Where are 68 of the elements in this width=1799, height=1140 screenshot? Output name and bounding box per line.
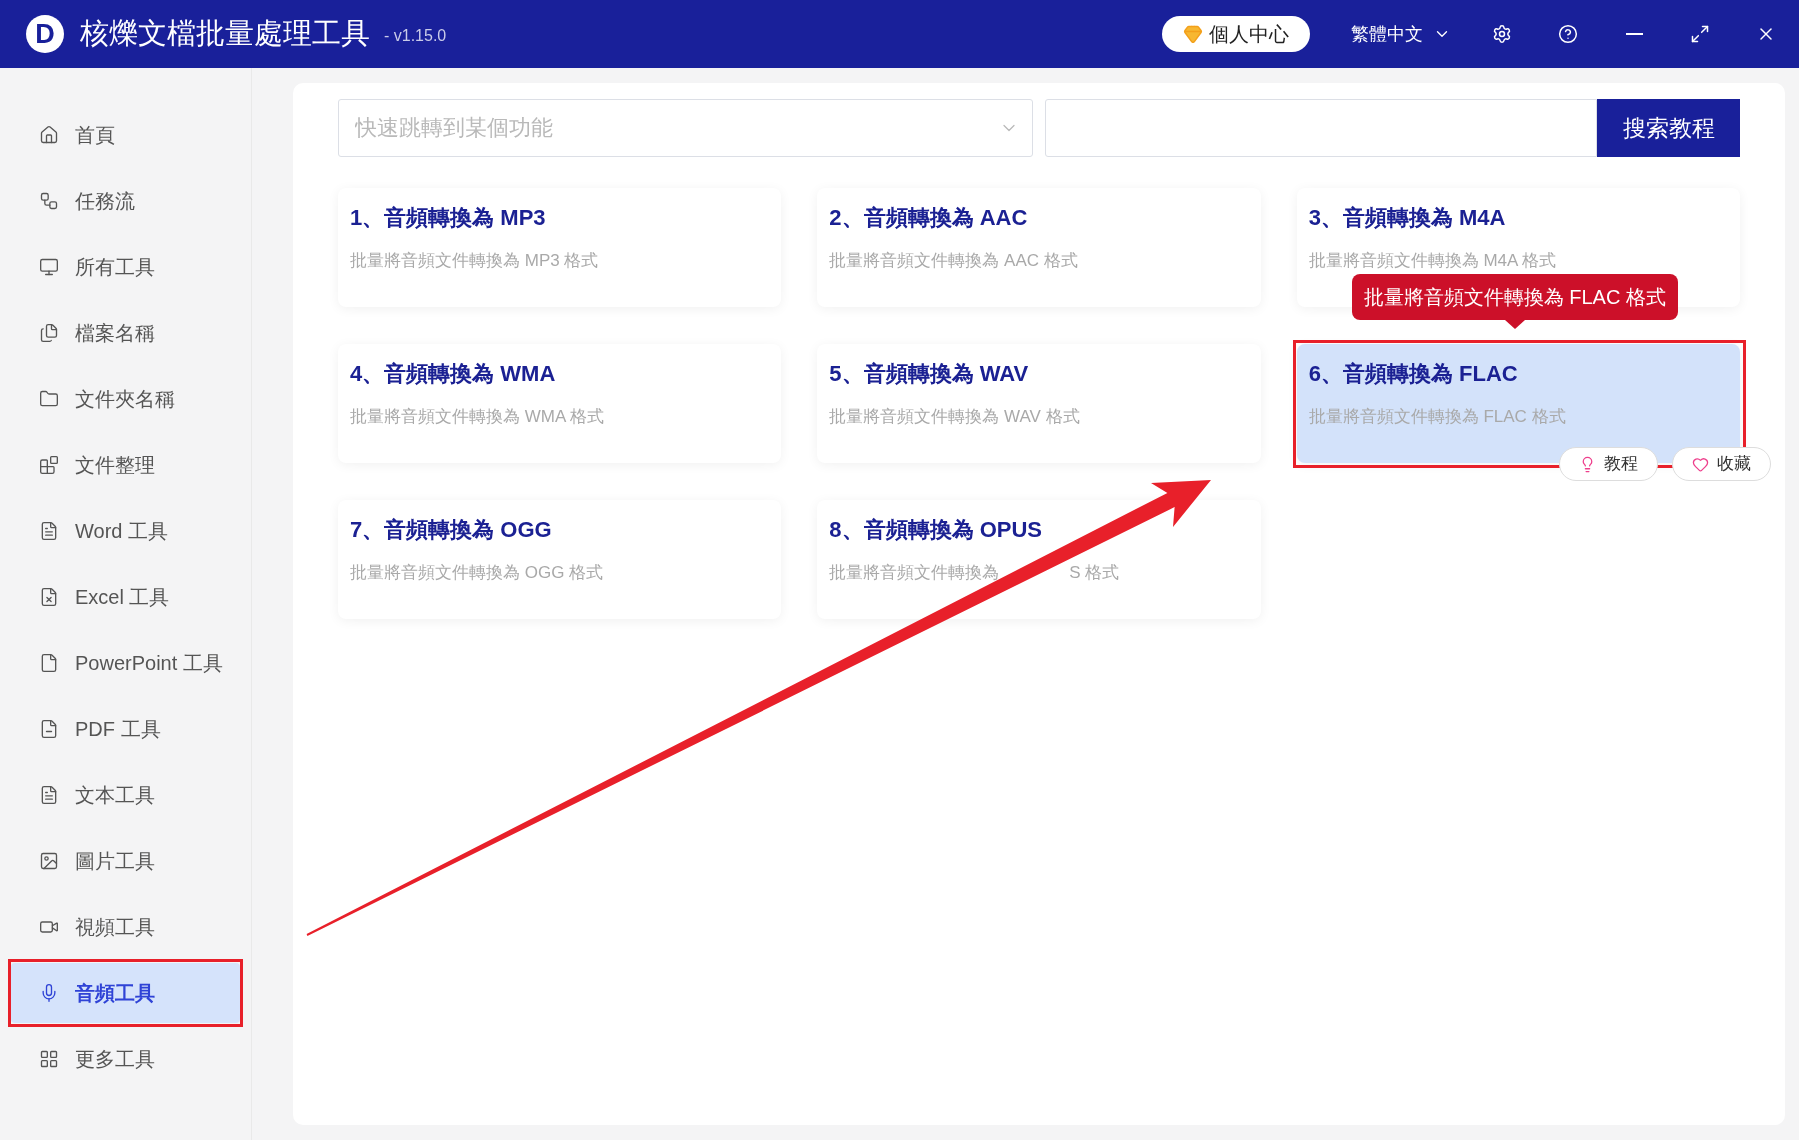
workflow-icon [39,191,59,211]
sidebar-item[interactable]: 檔案名稱 [11,303,240,363]
sidebar-item[interactable]: Word 工具 [11,501,240,561]
card-description: 批量將音頻文件轉換為 M4A 格式 [1308,251,1557,271]
sidebar-item[interactable]: 視頻工具 [11,897,240,957]
app-logo: D [26,15,64,53]
maximize-icon [1690,24,1710,44]
tooltip: 批量將音頻文件轉換為 FLAC 格式 [1351,274,1678,329]
settings-icon [1492,24,1512,44]
card-description: 批量將音頻文件轉換為 OGG 格式 [350,563,604,583]
tool-card[interactable]: 4、音頻轉換為 WMA 批量將音頻文件轉換為 WMA 格式 [338,344,782,463]
card-action-button[interactable]: 收藏 [1671,447,1771,481]
home-icon [39,125,59,145]
sidebar-item[interactable]: PowerPoint 工具 [11,633,240,693]
sidebar-item[interactable]: 圖片工具 [11,831,240,891]
grid-icon [39,1049,59,1069]
document-minus-icon [39,719,59,739]
document-icon [39,785,59,805]
version-label: - v1.15.0 [384,26,447,46]
card-description: 批量將音頻文件轉換為 FLAC 格式 [1308,407,1566,427]
sidebar-item[interactable]: 文件整理 [11,435,240,495]
card-title: 4、音頻轉換為 WMA [350,361,557,387]
document-icon [39,653,59,673]
tool-card[interactable]: 1、音頻轉換為 MP3 批量將音頻文件轉換為 MP3 格式 [338,188,782,307]
sidebar-item[interactable]: 首頁 [11,105,240,165]
card-title: 7、音頻轉換為 OGG [350,517,553,543]
gem-icon [1183,24,1203,44]
tool-card[interactable]: 2、音頻轉換為 AAC 批量將音頻文件轉換為 AAC 格式 [817,188,1261,307]
sidebar-item[interactable]: 文件夾名稱 [11,369,240,429]
sidebar-item[interactable]: 文本工具 [11,765,240,825]
app-title: 核爍文檔批量處理工具 [80,16,370,52]
folder-icon [39,389,59,409]
card-description: 批量將音頻文件轉換為 [829,563,1000,583]
sidebar-item[interactable]: 任務流 [11,171,240,231]
tool-card[interactable]: 5、音頻轉換為 WAV 批量將音頻文件轉換為 WAV 格式 [817,344,1261,463]
monitor-icon [39,257,59,277]
function-select[interactable]: 快速跳轉到某個功能 [338,99,1033,157]
sidebar-item[interactable]: 更多工具 [11,1029,240,1089]
card-title: 8、音頻轉換為 OPUS [829,517,1044,543]
card-title: 5、音頻轉換為 WAV [829,361,1030,387]
card-description: 批量將音頻文件轉換為 WAV 格式 [829,407,1080,427]
sidebar-item[interactable]: PDF 工具 [11,699,240,759]
help-icon [1558,24,1578,44]
card-description: 批量將音頻文件轉換為 AAC 格式 [829,251,1078,271]
sidebar-item[interactable]: Excel 工具 [11,567,240,627]
card-title: 1、音頻轉換為 MP3 [350,205,547,231]
search-button[interactable]: 搜索教程 [1597,99,1740,157]
language-dropdown[interactable]: 繁體中文 [1351,20,1451,48]
card-description: 批量將音頻文件轉換為 MP3 格式 [350,251,599,271]
card-title: 3、音頻轉換為 M4A [1308,205,1507,231]
blocks-icon [39,455,59,475]
search-field[interactable] [1045,99,1597,157]
card-action-button[interactable]: 教程 [1558,447,1658,481]
heart-icon [1691,455,1709,473]
sidebar-item[interactable]: 所有工具 [11,237,240,297]
card-title: 2、音頻轉換為 AAC [829,205,1029,231]
document-x-icon [39,587,59,607]
sidebar-item[interactable]: 音頻工具 [11,963,240,1023]
minimize-icon [1625,33,1643,35]
document-icon [39,521,59,541]
card-description: 批量將音頻文件轉換為 WMA 格式 [350,407,605,427]
tool-card[interactable]: 8、音頻轉換為 OPUS 批量將音頻文件轉換為 S 格式 [817,500,1261,619]
tool-card[interactable]: 7、音頻轉換為 OGG 批量將音頻文件轉換為 OGG 格式 [338,500,782,619]
files-icon [39,323,59,343]
card-description: S 格式 [1069,563,1120,583]
card-title: 6、音頻轉換為 FLAC [1308,361,1519,387]
image-icon [39,851,59,871]
user-center-button[interactable]: 個人中心 [1162,16,1310,52]
